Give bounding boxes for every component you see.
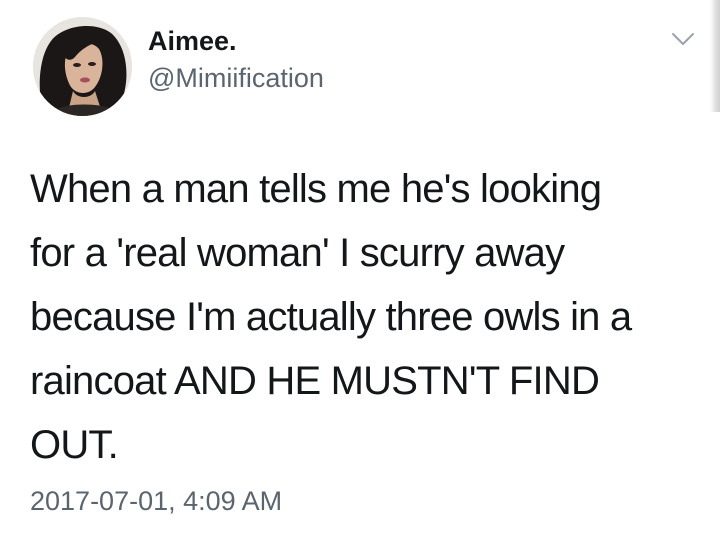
avatar[interactable] [33, 17, 132, 116]
tweet-text: When a man tells me he's looking for a '… [30, 157, 702, 477]
tweet-text-line: for a 'real woman' I scurry away [30, 231, 565, 275]
tweet-card: Aimee. @Mimiification When a man tells m… [0, 0, 720, 550]
display-name[interactable]: Aimee. [148, 26, 237, 57]
user-handle[interactable]: @Mimiification [148, 63, 324, 94]
tweet-text-line: OUT. [30, 423, 119, 467]
tweet-text-line: because I'm actually three owls in a [30, 295, 632, 339]
tweet-text-line: When a man tells me he's looking [30, 167, 602, 211]
scrollbar [710, 0, 720, 112]
chevron-down-icon[interactable] [670, 30, 696, 48]
tweet-timestamp[interactable]: 2017-07-01, 4:09 AM [30, 486, 282, 517]
tweet-text-line: raincoat AND HE MUSTN'T FIND [30, 359, 600, 403]
avatar-image [33, 17, 132, 116]
